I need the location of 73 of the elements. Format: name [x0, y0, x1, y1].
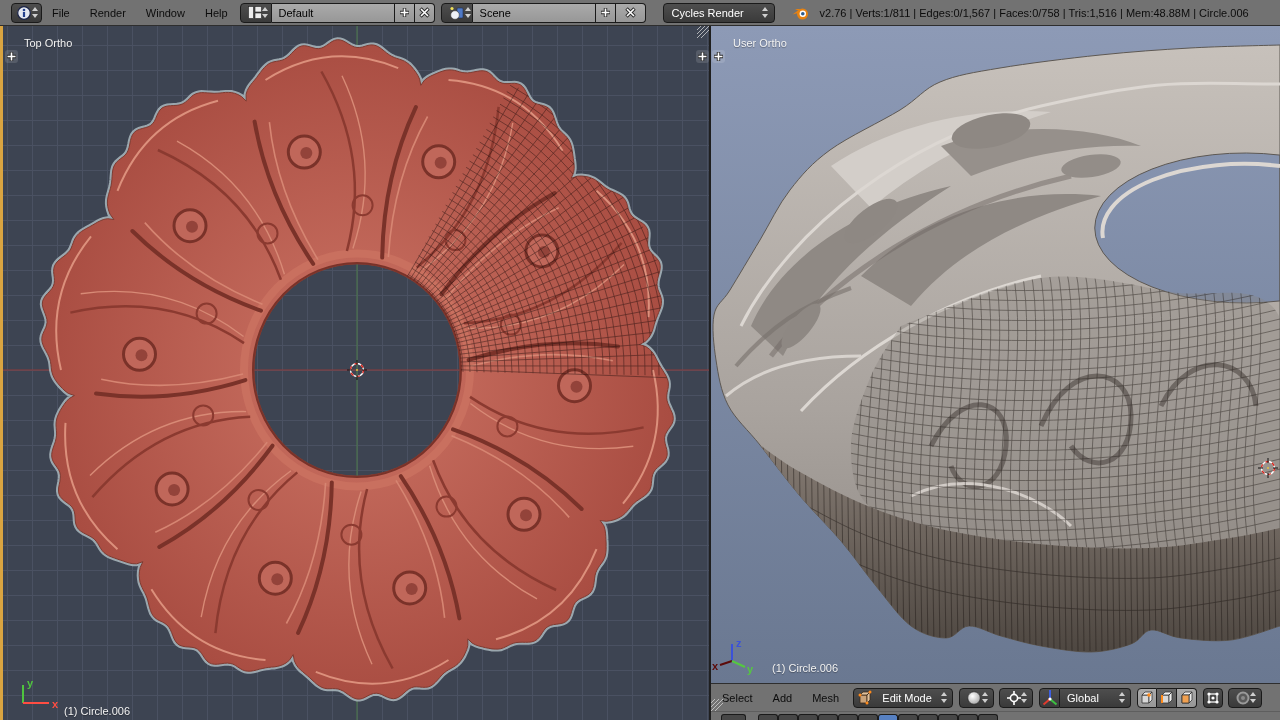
crosshair-icon: [1258, 458, 1278, 478]
ring-icon: [1236, 690, 1251, 705]
add-scene-button[interactable]: [595, 2, 616, 23]
select-mode-button[interactable]: [1177, 687, 1198, 708]
panel-toggle-button[interactable]: [5, 50, 18, 63]
toolbar-button[interactable]: [878, 714, 898, 720]
object-name-label: (1) Circle.006: [772, 662, 839, 674]
updown-arrows-icon: [464, 7, 471, 18]
sphere-icon: [967, 690, 982, 705]
updown-arrows-icon: [941, 692, 948, 703]
cube-edge-icon: [1159, 690, 1174, 705]
manipulator-toggle-button[interactable]: [1039, 687, 1061, 708]
diagonal-stripes-icon: [697, 26, 709, 38]
axis-label: z: [736, 637, 742, 649]
updown-arrows-icon: [1119, 692, 1126, 703]
layout-selector-button[interactable]: [239, 2, 272, 23]
plus-icon: [713, 51, 724, 62]
editor-type-button[interactable]: [11, 2, 42, 23]
view-name-label: Top Ortho: [24, 37, 73, 49]
scene-name-field[interactable]: Scene: [472, 2, 596, 23]
info-icon: [17, 5, 31, 20]
close-icon: [418, 7, 430, 18]
scene-selector-button[interactable]: [440, 2, 473, 23]
updown-arrows-icon: [1250, 692, 1257, 703]
close-icon: [624, 7, 636, 18]
axis-label: y: [747, 663, 754, 675]
cube-face-icon: [1179, 690, 1194, 705]
delete-layout-button[interactable]: [414, 2, 435, 23]
mode-dropdown[interactable]: Edit Mode: [853, 687, 954, 708]
object-name-label: (1) Circle.006: [64, 705, 131, 717]
axis-label: y: [27, 677, 34, 689]
screen-layout-field[interactable]: Default: [271, 2, 395, 23]
menu-item[interactable]: Add: [762, 687, 803, 708]
delete-scene-button[interactable]: [615, 2, 646, 23]
menu-item[interactable]: Window: [135, 2, 195, 23]
updown-arrows-icon: [761, 7, 768, 18]
crosshair-icon: [347, 360, 367, 380]
menu-item[interactable]: Mesh: [802, 687, 850, 708]
menu-item[interactable]: Help: [194, 2, 238, 23]
updown-arrows-icon: [32, 7, 38, 18]
updown-arrows-icon: [1021, 692, 1028, 703]
axis-gizmo-icon: [719, 643, 746, 668]
panel-toggle-button[interactable]: [712, 50, 725, 63]
mesh-cube-icon: [858, 690, 874, 705]
scene-objects-icon: [448, 5, 465, 20]
updown-arrows-icon: [261, 7, 268, 18]
menu-item[interactable]: Render: [79, 2, 136, 23]
shading-dropdown[interactable]: [959, 687, 995, 708]
select-mode-button[interactable]: [1157, 687, 1178, 708]
menu-item[interactable]: File: [42, 2, 80, 23]
pivot-dropdown[interactable]: [999, 687, 1034, 708]
select-mode-button[interactable]: [1137, 687, 1158, 708]
dotted-square-icon: [1206, 690, 1221, 705]
panel-toggle-button[interactable]: [696, 50, 709, 63]
render-engine-dropdown[interactable]: Cycles Render: [662, 2, 775, 23]
updown-arrows-icon: [982, 692, 989, 703]
diagonal-stripes-icon: [711, 699, 723, 711]
plus-icon: [6, 51, 17, 62]
axis-label: x: [52, 698, 59, 710]
crosshair-circle-icon: [1007, 690, 1022, 705]
axis-label: x: [712, 660, 719, 672]
view-name-label: User Ortho: [733, 37, 787, 49]
orientation-dropdown[interactable]: Global: [1060, 687, 1132, 708]
layout-icon: [247, 6, 262, 19]
add-layout-button[interactable]: [394, 2, 415, 23]
menu-item[interactable]: Select: [712, 687, 763, 708]
plus-icon: [398, 7, 410, 18]
cube-vertex-icon: [1140, 690, 1155, 705]
proportional-dropdown[interactable]: [1228, 687, 1263, 708]
occlude-toggle-button[interactable]: [1203, 687, 1224, 708]
axes-icon: [1041, 689, 1058, 706]
scene-stats-text: v2.76 | Verts:1/811 | Edges:0/1,567 | Faces:0/758 | Tris:1,516 | Mem:48.88M | Circle.006: [819, 6, 1249, 19]
plus-icon: [599, 7, 611, 18]
